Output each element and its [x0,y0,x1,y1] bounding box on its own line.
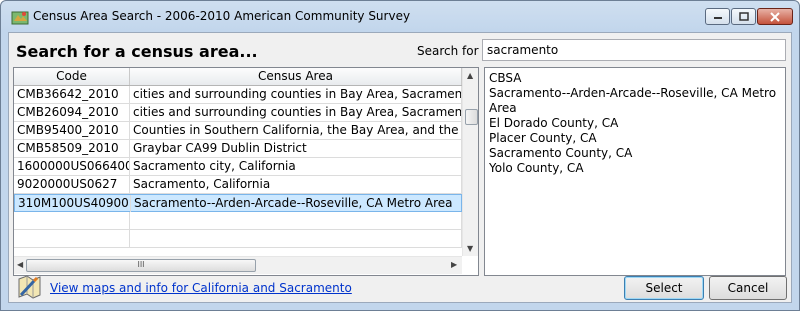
close-button[interactable] [757,8,793,25]
minimize-icon [713,16,722,19]
app-map-icon [11,11,29,25]
cell-census-area: Counties in Southern California, the Bay… [130,122,462,139]
cell-census-area: Sacramento, California [130,176,462,193]
cell-empty [14,212,130,229]
area-detail-line: Area [489,101,517,115]
results-grid: Code Census Area CMB36642_2010 cities and… [13,67,479,276]
cell-code: CMB36642_2010 [14,86,130,103]
cell-empty [130,230,462,247]
scroll-up-icon[interactable]: ▲ [467,71,473,80]
empty-row [14,230,462,248]
search-label: Search for : [417,44,487,58]
cell-census-area: Sacramento--Arden-Arcade--Roseville, CA … [131,195,463,212]
cell-census-area: Sacramento city, California [130,158,462,175]
area-detail-line: CBSA [489,71,522,85]
table-row[interactable]: CMB36642_2010 cities and surrounding coun… [14,86,462,104]
vertical-scrollbar[interactable]: ▲ ▼ [462,68,478,256]
scroll-right-icon[interactable]: ▶ [451,260,457,269]
census-search-window: Census Area Search - 2006-2010 American … [0,0,800,311]
horizontal-scroll-thumb[interactable]: III [26,259,256,272]
cell-empty [14,230,130,247]
cell-code: 1600000US0664000 [14,158,130,175]
dialog-body: Search for a census area... Search for :… [8,32,792,303]
cell-code: CMB58509_2010 [14,140,130,157]
table-row[interactable]: CMB95400_2010 Counties in Southern Califo… [14,122,462,140]
empty-row [14,212,462,230]
cell-code: CMB95400_2010 [14,122,130,139]
cell-code: CMB26094_2010 [14,104,130,121]
cell-code: 310M100US40900 [15,195,131,212]
cell-census-area: Graybar CA99 Dublin District [130,140,462,157]
area-details-panel: CBSA Sacramento--Arden-Arcade--Roseville,… [484,67,786,276]
cell-empty [130,212,462,229]
area-detail-line: Sacramento--Arden-Arcade--Roseville, CA … [489,86,777,100]
map-info-icon [18,275,41,299]
area-detail-line: Yolo County, CA [489,161,584,175]
table-row[interactable]: 310M100US40900 Sacramento--Arden-Arcade--… [14,194,463,212]
area-detail-line: Sacramento County, CA [489,146,633,160]
scroll-down-icon[interactable]: ▼ [467,244,473,253]
search-input[interactable] [482,39,786,61]
column-header-code[interactable]: Code [14,68,130,85]
page-title: Search for a census area... [16,42,258,61]
window-title: Census Area Search - 2006-2010 American … [33,9,411,23]
column-header-census-area[interactable]: Census Area [130,68,462,85]
select-button[interactable]: Select [624,276,704,300]
scroll-left-icon[interactable]: ◀ [17,260,23,269]
cancel-button[interactable]: Cancel [709,276,787,300]
area-detail-line: El Dorado County, CA [489,116,619,130]
map-info-link[interactable]: View maps and info for California and Sa… [50,281,352,295]
grid-header: Code Census Area [14,68,462,86]
table-row[interactable]: 9020000US0627 Sacramento, California [14,176,462,194]
cell-census-area: cities and surrounding counties in Bay A… [130,86,462,103]
vertical-scroll-thumb[interactable] [465,109,478,125]
table-row[interactable]: CMB26094_2010 cities and surrounding coun… [14,104,462,122]
minimize-button[interactable] [705,8,730,25]
cell-census-area: cities and surrounding counties in Bay A… [130,104,462,121]
maximize-icon [738,12,749,21]
close-icon [770,11,780,22]
table-row[interactable]: 1600000US0664000 Sacramento city, Califor… [14,158,462,176]
cell-code: 9020000US0627 [14,176,130,193]
title-bar[interactable]: Census Area Search - 2006-2010 American … [1,1,799,32]
table-row[interactable]: CMB58509_2010 Graybar CA99 Dublin Distric… [14,140,462,158]
maximize-button[interactable] [731,8,756,25]
area-detail-line: Placer County, CA [489,131,597,145]
horizontal-scrollbar[interactable]: ◀ III ▶ [14,256,462,274]
